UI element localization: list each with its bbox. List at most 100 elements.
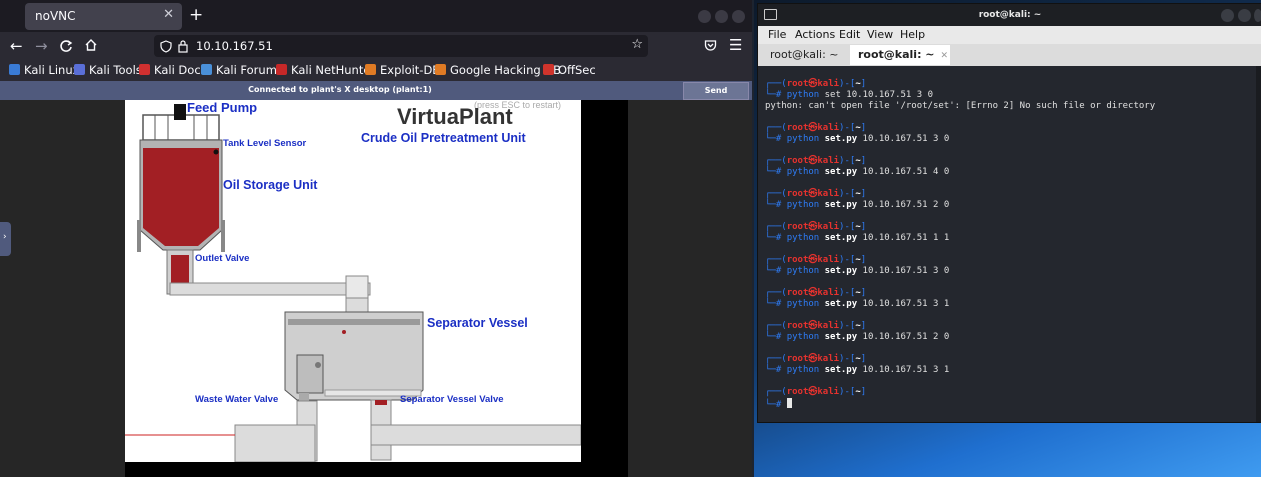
new-tab-button[interactable]: + [189, 5, 203, 25]
prompt-user: root㉿kali [786, 79, 840, 89]
home-icon[interactable] [84, 38, 98, 52]
prompt-line: ┌──(root㉿kali)-[~] [765, 288, 867, 298]
prompt-line: ┌──(root㉿kali)-[~] [765, 156, 867, 166]
bookmark-kali-linux[interactable]: Kali Linux [9, 63, 79, 77]
kali-icon [9, 64, 20, 75]
terminal-tab-1[interactable]: root@kali: ~ [762, 45, 856, 65]
command-line: └─# python set.py 10.10.167.51 3 0 [765, 266, 950, 276]
term-maximize-button[interactable] [1238, 9, 1251, 22]
terminal-tab-2[interactable]: root@kali: ~ ✕ [850, 45, 950, 65]
prompt-user: root㉿kali [786, 156, 840, 166]
novnc-sidebar-handle[interactable]: › [0, 222, 11, 256]
terminal-menubar: File Actions Edit View Help [758, 26, 1261, 44]
command-name: python [786, 167, 820, 177]
term-close-button[interactable] [1254, 9, 1261, 22]
outlet-valve-label: Outlet Valve [195, 253, 250, 264]
command-line: └─# python set.py 10.10.167.51 1 1 [765, 233, 950, 243]
lock-icon[interactable] [178, 40, 188, 53]
command-line: └─# python set 10.10.167.51 3 0 [765, 90, 934, 100]
close-window-button[interactable] [732, 10, 745, 23]
command-line: └─# python set.py 10.10.167.51 2 0 [765, 200, 950, 210]
menu-view[interactable]: View [867, 28, 893, 41]
menu-hamburger-icon[interactable]: ☰ [729, 36, 742, 54]
level-sensor-dot [213, 149, 219, 155]
command-line: └─# python set.py 10.10.167.51 2 0 [765, 332, 950, 342]
prompt-line: ┌──(root㉿kali)-[~] [765, 321, 867, 331]
reload-icon[interactable] [59, 39, 73, 53]
close-tab-icon[interactable]: ✕ [163, 7, 174, 22]
sep-valve-indicator [375, 400, 387, 405]
back-arrow-icon[interactable]: ← [10, 37, 23, 55]
menu-file[interactable]: File [768, 28, 786, 41]
minimize-button[interactable] [698, 10, 711, 23]
vnc-black-margin-bottom [125, 462, 581, 477]
url-bar[interactable]: 10.10.167.51 ☆ [154, 35, 648, 57]
plant-subtitle: Crude Oil Pretreatment Unit [361, 131, 526, 145]
kali-tools-icon [74, 64, 85, 75]
command-line: └─# python set.py 10.10.167.51 3 1 [765, 299, 950, 309]
bookmark-kali-nethunter[interactable]: Kali NetHunter [276, 63, 375, 77]
terminal-output[interactable]: ┌──(root㉿kali)-[~] └─# python set 10.10.1… [758, 66, 1256, 422]
expand-arrow-icon: › [3, 232, 7, 242]
prompt-line: ┌──(root㉿kali)-[~] [765, 123, 867, 133]
novnc-status-bar: Connected to plant's X desktop (plant:1)… [0, 81, 752, 111]
bookmark-kali-tools[interactable]: Kali Tools [74, 63, 142, 77]
prompt-line: ┌──(root㉿kali)-[~] [765, 387, 867, 397]
tank-leg [137, 220, 141, 252]
forward-arrow-icon[interactable]: → [35, 37, 48, 55]
send-ctrl-alt-del-button[interactable]: Send CtrlAltDel [683, 82, 749, 111]
separator-drop [342, 330, 346, 334]
bookmark-kali-docs[interactable]: Kali Docs [139, 63, 207, 77]
waste-water-valve-label: Waste Water Valve [195, 394, 279, 405]
terminal-window: root@kali: ~ File Actions Edit View Help… [757, 3, 1261, 423]
prompt-line: ┌──(root㉿kali)-[~] [765, 255, 867, 265]
vnc-black-margin [581, 100, 628, 477]
command-line: └─# python set.py 10.10.167.51 3 0 [765, 134, 950, 144]
nav-bar: ← → 10.10.167.51 ☆ ☰ [0, 32, 752, 60]
active-command-line[interactable]: └─# [765, 398, 792, 411]
ghdb-icon [435, 64, 446, 75]
plant-hmi-canvas[interactable]: Feed Pump (press ESC to restart) VirtuaP… [125, 100, 581, 462]
pipe-horizontal [169, 282, 371, 296]
command-line: └─# python set.py 10.10.167.51 4 0 [765, 167, 950, 177]
bookmark-star-icon[interactable]: ☆ [631, 37, 643, 52]
bookmark-kali-forums[interactable]: Kali Forums [201, 63, 283, 77]
bookmark-offsec[interactable]: OffSec [543, 63, 596, 77]
close-tab-icon[interactable]: ✕ [941, 51, 949, 61]
feed-pump-label: Feed Pump [187, 100, 258, 115]
terminal-scrollbar[interactable] [1256, 66, 1261, 422]
menu-help[interactable]: Help [900, 28, 925, 41]
kali-forums-icon [201, 64, 212, 75]
nethunter-icon [276, 64, 287, 75]
prompt-user: root㉿kali [786, 123, 840, 133]
prompt-line: ┌──(root㉿kali)-[~] [765, 354, 867, 364]
tab-novnc[interactable]: noVNC ✕ [25, 3, 182, 30]
separator-vessel-label: Separator Vessel [427, 316, 528, 330]
plant-diagram [125, 104, 581, 462]
terminal-titlebar[interactable]: root@kali: ~ [758, 4, 1261, 26]
terminal-tab-bar: root@kali: ~ root@kali: ~ ✕ [758, 44, 1261, 66]
command-name: python [786, 90, 820, 100]
tab-title: noVNC [35, 9, 76, 23]
bookmark-exploit-db[interactable]: Exploit-DB [365, 63, 440, 77]
pocket-icon[interactable] [704, 39, 717, 52]
plant-title: VirtuaPlant [397, 104, 513, 129]
tank-oil-level [143, 148, 219, 246]
maximize-button[interactable] [715, 10, 728, 23]
terminal-title: root@kali: ~ [978, 10, 1042, 20]
command-name: python [786, 299, 820, 309]
command-name: python [786, 332, 820, 342]
shield-icon[interactable] [160, 40, 172, 53]
waste-valve-housing [296, 354, 324, 394]
prompt-user: root㉿kali [786, 387, 840, 397]
prompt-user: root㉿kali [786, 288, 840, 298]
tank-leg [221, 220, 225, 252]
command-name: python [786, 134, 820, 144]
tank-level-sensor-label: Tank Level Sensor [223, 138, 307, 149]
prompt-line: ┌──(root㉿kali)-[~] [765, 79, 867, 89]
menu-edit[interactable]: Edit [839, 28, 860, 41]
prompt-line: ┌──(root㉿kali)-[~] [765, 189, 867, 199]
menu-actions[interactable]: Actions [795, 28, 835, 41]
term-minimize-button[interactable] [1221, 9, 1234, 22]
prompt-line: ┌──(root㉿kali)-[~] [765, 222, 867, 232]
